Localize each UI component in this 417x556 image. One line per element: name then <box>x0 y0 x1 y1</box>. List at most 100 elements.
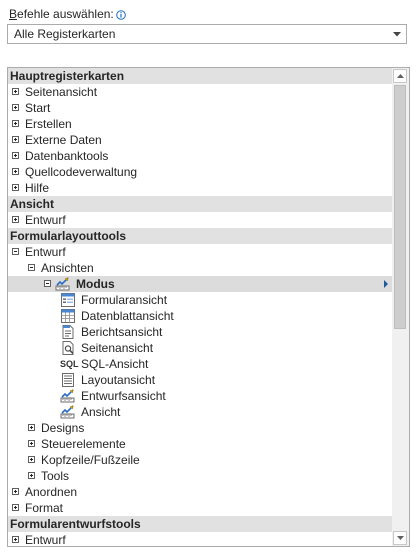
tree-group-header: Formularentwurfstools <box>8 516 392 532</box>
tree-item-label: Erstellen <box>25 117 72 131</box>
tree-item[interactable]: Ansicht <box>8 404 392 420</box>
info-icon[interactable] <box>115 9 126 20</box>
group-header-label: Formularentwurfstools <box>10 517 141 531</box>
tree-item-label: SQL-Ansicht <box>81 357 149 371</box>
tree-item-label: Quellcodeverwaltung <box>25 165 138 179</box>
tree-item[interactable]: Datenblattansicht <box>8 308 392 324</box>
tree-item[interactable]: Designs <box>8 420 392 436</box>
sql-icon: SQL <box>60 359 79 369</box>
expand-icon[interactable] <box>12 104 19 111</box>
expand-icon[interactable] <box>12 488 19 495</box>
tree-item[interactable]: Erstellen <box>8 116 392 132</box>
design-view-icon <box>55 276 71 292</box>
tree-item-label: Datenbanktools <box>25 149 109 163</box>
group-header-label: Hauptregisterkarten <box>10 69 125 83</box>
expand-icon[interactable] <box>12 152 19 159</box>
expand-icon[interactable] <box>12 216 19 223</box>
tree-item-label: Designs <box>41 421 85 435</box>
print-preview-icon <box>60 340 76 356</box>
layout-view-icon <box>60 372 76 388</box>
tree-item-label: Entwurf <box>25 245 66 259</box>
tree-item-label: Tools <box>41 469 70 483</box>
tree-item-label: Entwurfsansicht <box>81 389 166 403</box>
tree-item[interactable]: Seitenansicht <box>8 340 392 356</box>
command-source-label-row: Befehle auswählen: <box>9 6 126 22</box>
tree-item[interactable]: Kopfzeile/Fußzeile <box>8 452 392 468</box>
tree-item-label: Ansicht <box>81 405 121 419</box>
tree-item-label: Hilfe <box>25 181 50 195</box>
tree-item[interactable]: Start <box>8 100 392 116</box>
tree-group-header: Formularlayouttools <box>8 228 392 244</box>
form-view-icon <box>60 292 76 308</box>
expand-icon[interactable] <box>12 536 19 543</box>
tree-item-label: Layoutansicht <box>81 373 156 387</box>
tree-item-label: Anordnen <box>25 485 78 499</box>
view-icon <box>60 404 76 420</box>
tree-item-label: Formularansicht <box>81 293 168 307</box>
tree-item[interactable]: Quellcodeverwaltung <box>8 164 392 180</box>
tree-item-label: Seitenansicht <box>81 341 154 355</box>
tree-item-label: Modus <box>76 277 115 291</box>
tree-item[interactable]: Steuerelemente <box>8 436 392 452</box>
expand-icon[interactable] <box>12 88 19 95</box>
tree-item[interactable]: Entwurf <box>8 532 392 547</box>
collapse-icon[interactable] <box>28 264 35 271</box>
tree-item[interactable]: Seitenansicht <box>8 84 392 100</box>
tree-item[interactable]: Entwurfsansicht <box>8 388 392 404</box>
collapse-icon[interactable] <box>44 280 51 287</box>
collapse-icon[interactable] <box>12 248 19 255</box>
ribbon-tree[interactable]: Hauptregisterkarten Seitenansicht Start Ers… <box>7 67 410 547</box>
chevron-down-icon[interactable] <box>388 31 406 37</box>
tree-item-label: Entwurf <box>25 213 66 227</box>
command-source-label: Befehle auswählen: <box>9 7 114 21</box>
tree-item-label: Kopfzeile/Fußzeile <box>41 453 140 467</box>
tree-item[interactable]: Ansichten <box>8 260 392 276</box>
tree-item[interactable]: Anordnen <box>8 484 392 500</box>
tree-item-label: Ansichten <box>41 261 94 275</box>
tree-item[interactable]: Tools <box>8 468 392 484</box>
tree-item-label: Format <box>25 501 64 515</box>
expand-icon[interactable] <box>12 184 19 191</box>
tree-item[interactable]: Format <box>8 500 392 516</box>
design-view-icon <box>60 388 76 404</box>
dropdown-value: Alle Registerkarten <box>14 27 116 41</box>
tree-item-selected[interactable]: Modus <box>8 276 392 292</box>
tree-item-label: Entwurf <box>25 533 66 547</box>
tree-item[interactable]: Formularansicht <box>8 292 392 308</box>
datasheet-view-icon <box>60 308 76 324</box>
group-header-label: Ansicht <box>10 197 55 211</box>
expand-icon[interactable] <box>28 472 35 479</box>
expand-icon[interactable] <box>28 424 35 431</box>
tree-item[interactable]: Layoutansicht <box>8 372 392 388</box>
tree-item-label: Steuerelemente <box>41 437 126 451</box>
report-view-icon <box>60 324 76 340</box>
tree-item[interactable]: Berichtsansicht <box>8 324 392 340</box>
tree-group-header: Ansicht <box>8 196 392 212</box>
submenu-arrow-icon[interactable] <box>384 280 388 288</box>
tree-item-label: Seitenansicht <box>25 85 98 99</box>
tree-item[interactable]: Externe Daten <box>8 132 392 148</box>
expand-icon[interactable] <box>12 168 19 175</box>
scrollbar-thumb[interactable] <box>394 85 406 329</box>
tree-item[interactable]: Hilfe <box>8 180 392 196</box>
tree-group-header: Hauptregisterkarten <box>8 68 392 84</box>
expand-icon[interactable] <box>12 504 19 511</box>
expand-icon[interactable] <box>28 440 35 447</box>
tree-rows: Hauptregisterkarten Seitenansicht Start Ers… <box>8 68 392 547</box>
tree-item-label: Berichtsansicht <box>81 325 163 339</box>
tree-item[interactable]: Entwurf <box>8 212 392 228</box>
tree-item[interactable]: Datenbanktools <box>8 148 392 164</box>
expand-icon[interactable] <box>28 456 35 463</box>
tree-item[interactable]: SQL SQL-Ansicht <box>8 356 392 372</box>
scroll-up-button[interactable] <box>393 69 407 83</box>
tree-item-label: Datenblattansicht <box>81 309 174 323</box>
expand-icon[interactable] <box>12 136 19 143</box>
command-source-dropdown[interactable]: Alle Registerkarten <box>7 24 407 44</box>
expand-icon[interactable] <box>12 120 19 127</box>
tree-item-label: Externe Daten <box>25 133 102 147</box>
tree-item[interactable]: Entwurf <box>8 244 392 260</box>
vertical-scrollbar[interactable] <box>392 68 409 546</box>
group-header-label: Formularlayouttools <box>10 229 127 243</box>
tree-item-label: Start <box>25 101 51 115</box>
scroll-down-button[interactable] <box>393 531 407 545</box>
